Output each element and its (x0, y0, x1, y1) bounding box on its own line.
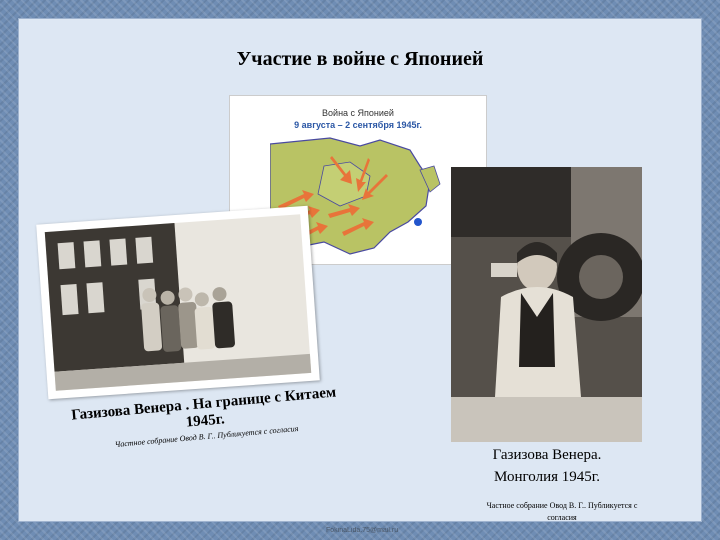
right-photo-caption: Газизова Венера. Монголия 1945г. (452, 444, 642, 488)
map-dates: 9 августа – 2 сентября 1945г. (294, 120, 422, 130)
portrait-photo-mongolia (451, 167, 645, 442)
right-credit-line1: Частное собрание Овод В. Г.. Публикуется… (486, 501, 638, 510)
map-city-marker (414, 218, 422, 226)
group-people (141, 287, 235, 352)
page-title: Участие в войне с Японией (236, 48, 484, 70)
group-photo-border-china (36, 205, 320, 400)
right-credit-line2: согласия (547, 513, 577, 522)
right-photo-credit: Частное собрание Овод В. Г.. Публикуется… (462, 500, 662, 524)
group-photo-graphic (44, 214, 312, 391)
author-watermark: FokinaLida.75@mail.ru (326, 527, 399, 534)
right-caption-line1: Газизова Венера. (492, 447, 602, 463)
map-title: Война с Японией (322, 108, 394, 118)
right-caption-line2: Монголия 1945г. (494, 469, 600, 485)
portrait-photo-graphic (451, 167, 645, 442)
